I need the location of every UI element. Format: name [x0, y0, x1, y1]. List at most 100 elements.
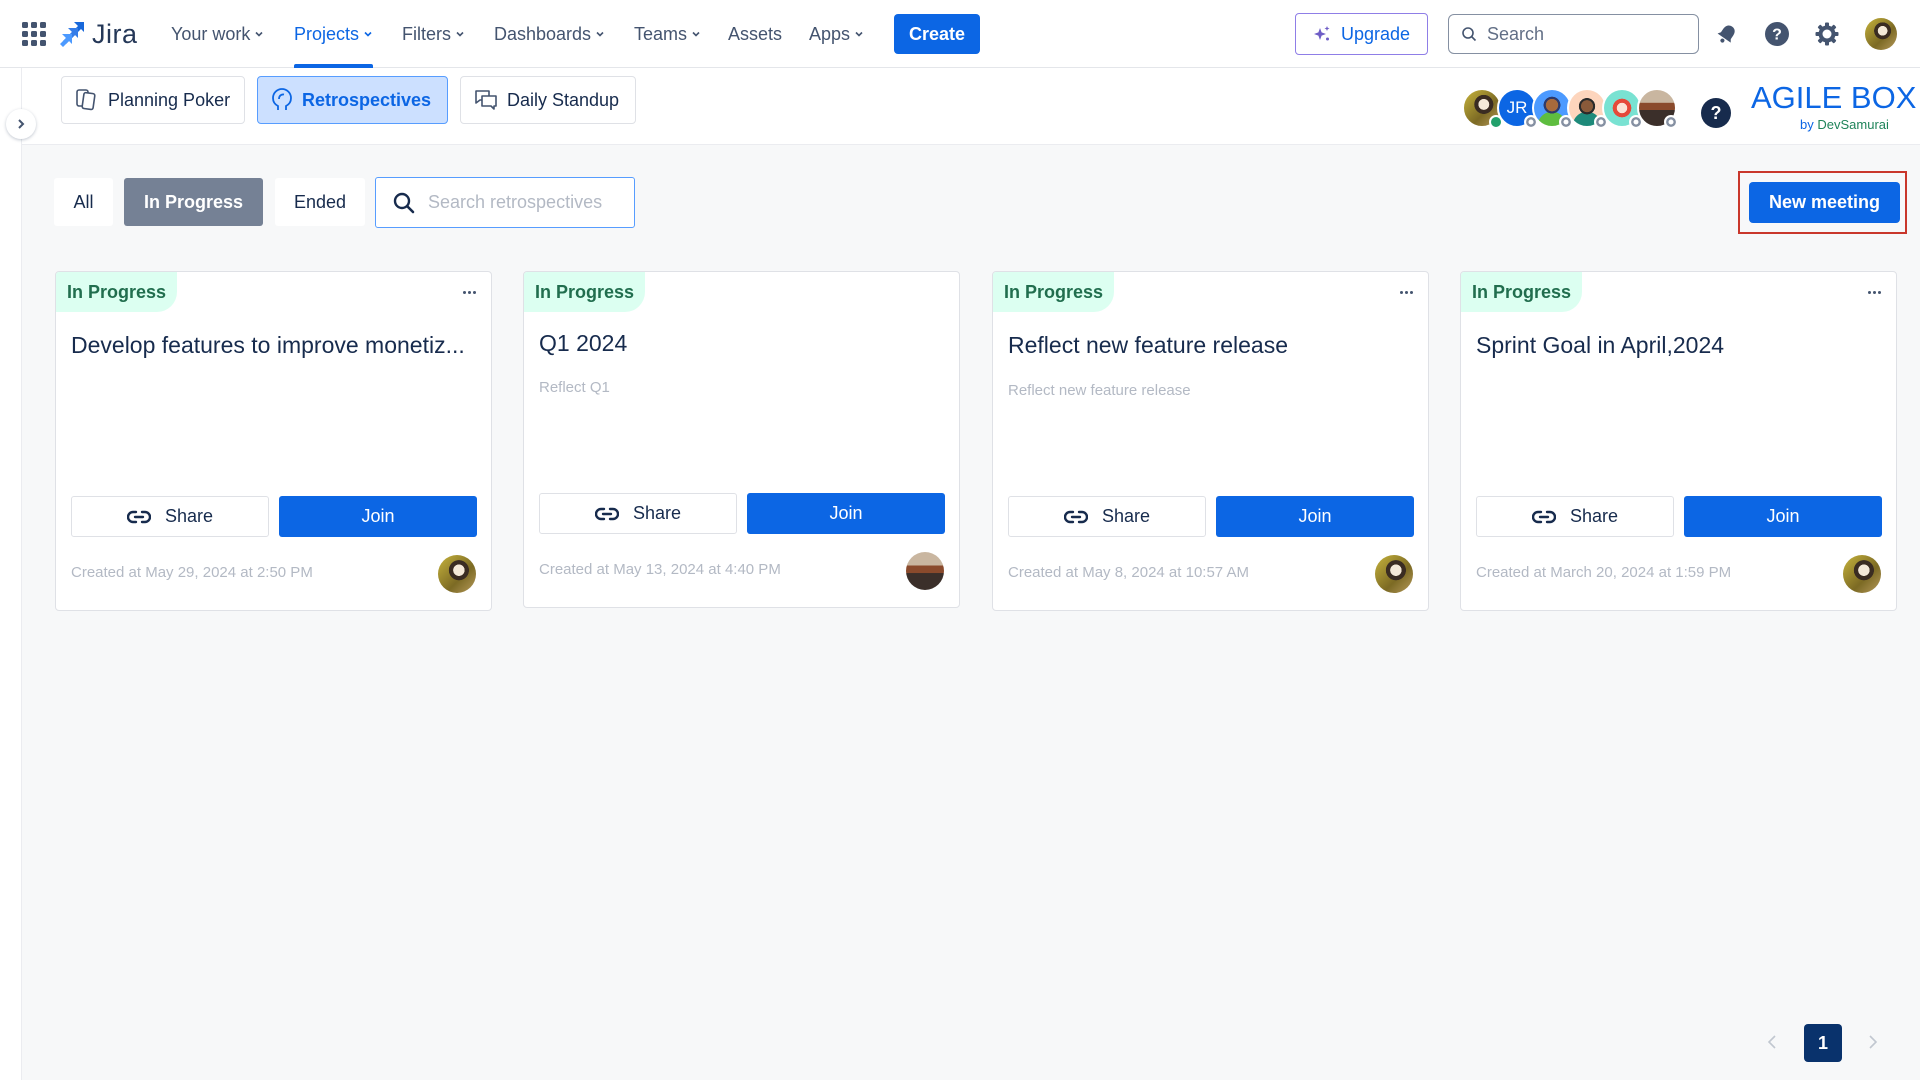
- jira-logo[interactable]: Jira: [60, 16, 138, 52]
- retrospective-card[interactable]: In Progress Develop features to improve …: [55, 271, 492, 611]
- status-badge: In Progress: [56, 272, 178, 312]
- link-icon: [594, 507, 619, 520]
- search-retrospectives-input[interactable]: [428, 192, 618, 213]
- nav-label: Filters: [402, 23, 451, 44]
- search-icon: [1462, 27, 1477, 42]
- status-badge: In Progress: [1461, 272, 1583, 312]
- byline-company: DevSamurai: [1817, 117, 1889, 132]
- created-timestamp: Created at May 29, 2024 at 2:50 PM: [71, 564, 313, 581]
- participant-avatar[interactable]: [1602, 88, 1643, 129]
- join-button[interactable]: Join: [747, 493, 945, 534]
- nav-teams[interactable]: Teams: [634, 0, 701, 68]
- share-button[interactable]: Share: [1008, 496, 1206, 537]
- tab-label: Daily Standup: [507, 89, 620, 110]
- avatar-initials: JR: [1506, 98, 1528, 117]
- app-switcher-icon[interactable]: [22, 22, 46, 46]
- card-description: Reflect Q1: [539, 379, 610, 396]
- retrospective-card[interactable]: In Progress Sprint Goal in April,2024 Sh…: [1460, 271, 1897, 611]
- chevron-right-icon: [18, 119, 25, 129]
- participant-avatar[interactable]: [1462, 88, 1503, 129]
- next-page-button[interactable]: [1863, 1032, 1883, 1052]
- help-icon[interactable]: ?: [1763, 20, 1791, 48]
- expand-sidebar-button[interactable]: [6, 109, 36, 139]
- card-description: Reflect new feature release: [1008, 382, 1191, 399]
- chevron-left-icon: [1767, 1035, 1776, 1049]
- owner-avatar: [906, 552, 944, 590]
- top-navigation: Jira Your work Projects Filters Dashboar…: [0, 0, 1920, 68]
- product-name: Jira: [92, 18, 138, 49]
- jira-mark-icon: [60, 22, 84, 47]
- link-icon: [126, 510, 151, 523]
- participant-avatar[interactable]: JR: [1497, 88, 1538, 129]
- created-timestamp: Created at May 8, 2024 at 10:57 AM: [1008, 564, 1249, 581]
- page-button-current[interactable]: 1: [1804, 1024, 1842, 1062]
- card-title: Reflect new feature release: [1008, 332, 1288, 358]
- upgrade-button[interactable]: Upgrade: [1295, 13, 1428, 55]
- participant-avatar[interactable]: [1567, 88, 1608, 129]
- join-button[interactable]: Join: [1216, 496, 1414, 537]
- share-button[interactable]: Share: [539, 493, 737, 534]
- global-search-input[interactable]: Search: [1448, 14, 1699, 54]
- more-options-icon[interactable]: [1862, 282, 1886, 302]
- chevron-down-icon: [692, 31, 700, 37]
- tab-label: Planning Poker: [108, 89, 231, 110]
- nav-label: Dashboards: [494, 23, 592, 44]
- nav-apps[interactable]: Apps: [809, 0, 864, 68]
- new-meeting-button[interactable]: New meeting: [1749, 182, 1900, 223]
- participant-avatar[interactable]: [1532, 88, 1573, 129]
- nav-label: Projects: [294, 23, 360, 44]
- nav-label: Your work: [171, 23, 251, 44]
- agile-box-logo: AGILE BOX: [1751, 80, 1917, 115]
- user-avatar[interactable]: [1865, 18, 1897, 50]
- chevron-right-icon: [1869, 1035, 1878, 1049]
- share-button[interactable]: Share: [1476, 496, 1674, 537]
- tab-retrospectives[interactable]: Retrospectives: [257, 76, 448, 124]
- participant-avatar[interactable]: [1637, 88, 1678, 129]
- tab-label: Retrospectives: [302, 89, 432, 110]
- chat-bubbles-icon: [475, 90, 497, 110]
- more-options-icon[interactable]: [457, 282, 481, 302]
- search-placeholder: Search: [1487, 23, 1545, 44]
- filter-all[interactable]: All: [54, 178, 113, 226]
- card-title: Q1 2024: [539, 330, 628, 356]
- notifications-bell-icon[interactable]: [1713, 20, 1741, 48]
- link-icon: [1531, 510, 1556, 523]
- svg-text:?: ?: [1772, 27, 1782, 44]
- chevron-down-icon: [364, 31, 372, 37]
- tab-planning-poker[interactable]: Planning Poker: [61, 76, 245, 124]
- participant-avatars: JR: [1462, 88, 1678, 130]
- nav-your-work[interactable]: Your work: [171, 0, 264, 68]
- retro-head-icon: [272, 88, 292, 110]
- filter-ended[interactable]: Ended: [275, 178, 365, 226]
- tab-daily-standup[interactable]: Daily Standup: [460, 76, 636, 124]
- nav-assets[interactable]: Assets: [728, 0, 782, 68]
- status-badge: In Progress: [524, 272, 646, 312]
- share-button[interactable]: Share: [71, 496, 269, 537]
- join-button[interactable]: Join: [279, 496, 477, 537]
- created-timestamp: Created at May 13, 2024 at 4:40 PM: [539, 561, 781, 578]
- chevron-down-icon: [255, 31, 263, 37]
- agile-box-help-button[interactable]: ?: [1701, 98, 1731, 128]
- card-title: Sprint Goal in April,2024: [1476, 332, 1725, 358]
- settings-gear-icon[interactable]: [1813, 20, 1841, 48]
- owner-avatar: [438, 555, 476, 593]
- upgrade-label: Upgrade: [1340, 23, 1411, 44]
- create-button[interactable]: Create: [894, 14, 980, 54]
- join-button[interactable]: Join: [1684, 496, 1882, 537]
- agile-box-byline: by DevSamurai: [1800, 117, 1889, 132]
- nav-projects[interactable]: Projects: [294, 0, 374, 68]
- previous-page-button[interactable]: [1762, 1032, 1782, 1052]
- retrospective-card[interactable]: In Progress Reflect new feature release …: [992, 271, 1429, 611]
- retrospective-card[interactable]: In Progress Q1 2024 Reflect Q1 Share Joi…: [523, 271, 960, 608]
- more-options-icon[interactable]: [1394, 282, 1418, 302]
- created-timestamp: Created at March 20, 2024 at 1:59 PM: [1476, 564, 1732, 581]
- sidebar-collapsed: [0, 68, 22, 1080]
- cards-icon: [76, 89, 96, 111]
- nav-filters[interactable]: Filters: [402, 0, 465, 68]
- owner-avatar: [1843, 555, 1881, 593]
- retrospectives-search[interactable]: [375, 177, 635, 228]
- filter-in-progress[interactable]: In Progress: [124, 178, 263, 226]
- offline-status-dot: [1664, 115, 1678, 129]
- nav-dashboards[interactable]: Dashboards: [494, 0, 605, 68]
- status-badge: In Progress: [993, 272, 1115, 312]
